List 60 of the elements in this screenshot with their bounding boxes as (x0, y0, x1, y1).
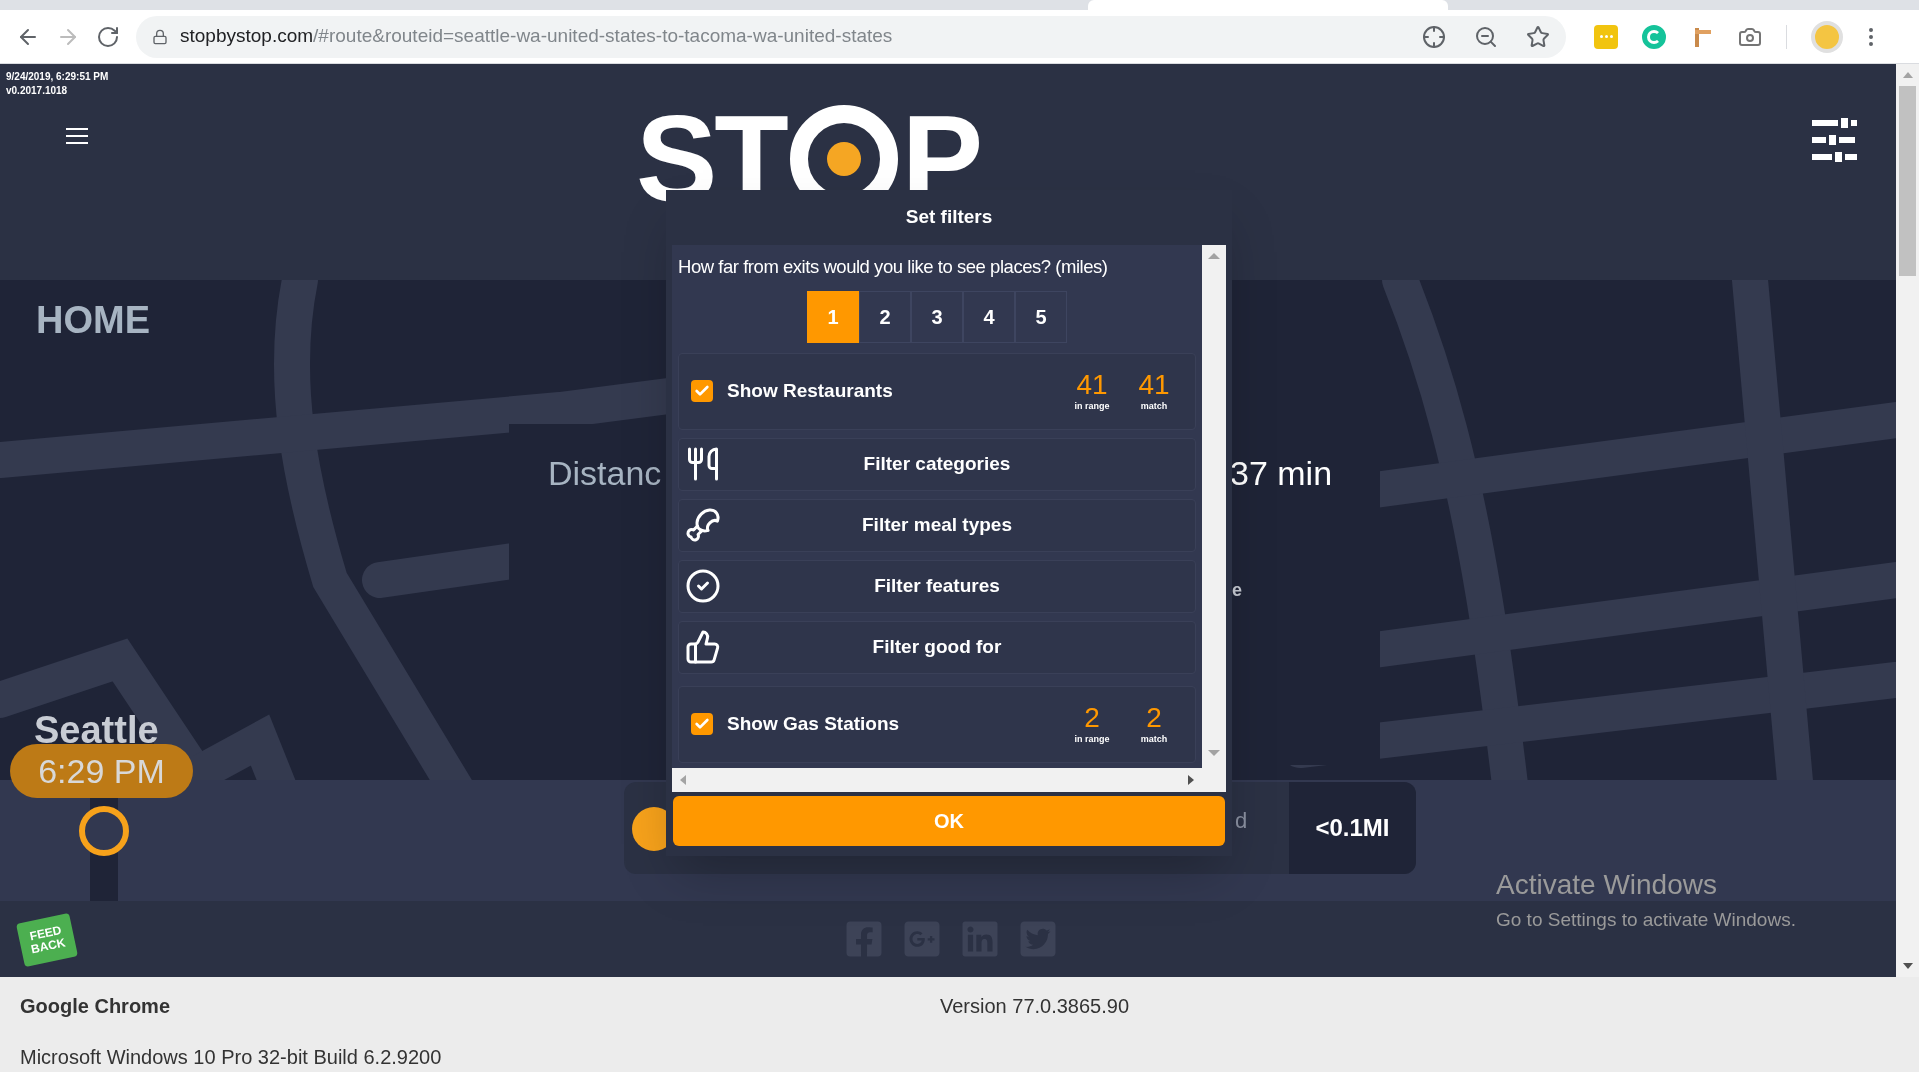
count-value: 2 (1146, 702, 1162, 733)
timestamp-text: 9/24/2019, 6:29:51 PM (6, 70, 110, 84)
check-circle-icon (685, 568, 721, 605)
g-extension-icon[interactable] (1642, 24, 1666, 49)
filter-row[interactable]: Filter categories (678, 437, 1196, 491)
filter-sliders-icon[interactable] (1812, 118, 1860, 162)
count-caption: match (1140, 399, 1168, 413)
hamburger-menu-icon[interactable] (66, 128, 88, 144)
partial-text: e (1232, 579, 1242, 602)
location-icon[interactable] (1422, 24, 1446, 49)
count-value: 41 (1076, 369, 1108, 400)
lock-icon (152, 28, 168, 45)
address-bar[interactable]: stopbystop.com/#route&routeid=seattle-wa-united-states-to-tacoma-wa-united-states (136, 15, 1566, 58)
filter-row[interactable]: Filter good for (678, 620, 1196, 674)
vertical-scrollbar[interactable] (1202, 245, 1226, 792)
os-info: Microsoft Windows 10 Pro 32-bit Build 6.2.9200 (20, 1045, 443, 1070)
toggle-label[interactable]: Show Restaurants (727, 377, 893, 406)
count-caption: match (1140, 732, 1168, 746)
origin-label: HOME (36, 298, 150, 343)
partial-text: d (1235, 807, 1248, 835)
checkbox[interactable] (691, 713, 713, 736)
activation-subtitle: Go to Settings to activate Windows. (1496, 908, 1796, 932)
count-value: 41 (1138, 369, 1170, 400)
dots-extension-icon[interactable] (1594, 24, 1618, 49)
checkbox[interactable] (691, 380, 713, 403)
filter-label: Filter meal types (861, 513, 1013, 537)
profile-avatar[interactable] (1811, 20, 1843, 53)
thumbs-up-icon (685, 629, 721, 666)
browser-version: Version 77.0.3865.90 (940, 994, 1130, 1019)
count-caption: in range (1074, 732, 1110, 746)
duration-text: 37 min (1230, 453, 1333, 494)
filter-row[interactable]: Filter features (678, 559, 1196, 613)
filter-label: Filter categories (862, 452, 1012, 476)
distance-option[interactable]: 4 (963, 290, 1015, 343)
filter-label: Filter good for (871, 635, 1003, 659)
distance-label: Distanc (548, 453, 662, 494)
filter-row[interactable]: Filter meal types (678, 498, 1196, 552)
page-scrollbar[interactable] (1896, 64, 1919, 977)
distance-badge: <0.1MI (1289, 782, 1416, 874)
drumstick-icon (685, 507, 721, 544)
count-caption: in range (1074, 399, 1110, 413)
url-text: stopbystop.com/#route&routeid=seattle-wa-united-states-to-tacoma-wa-united-states (180, 24, 893, 49)
count-value: 2 (1084, 702, 1100, 733)
browser-name: Google Chrome (20, 994, 171, 1019)
horizontal-scrollbar[interactable] (672, 768, 1202, 792)
distance-option[interactable]: 2 (859, 290, 911, 343)
fork-knife-icon (685, 446, 721, 483)
activation-title: Activate Windows (1496, 868, 1718, 902)
reload-icon[interactable] (96, 24, 120, 49)
distance-question: How far from exits would you like to see places? (miles) (678, 255, 1109, 279)
distance-option[interactable]: 3 (911, 290, 963, 343)
version-text: v0.2017.1018 (6, 84, 69, 98)
origin-marker-icon (79, 806, 129, 856)
time-badge: 6:29 PM (10, 744, 193, 798)
toggle-label[interactable]: Show Gas Stations (727, 710, 900, 739)
zoom-out-icon[interactable] (1474, 24, 1498, 49)
dialog-title: Set filters (904, 205, 994, 230)
distance-option[interactable]: 5 (1015, 290, 1067, 343)
filter-label: Filter features (873, 574, 1001, 598)
bookmark-star-icon[interactable] (1526, 24, 1550, 49)
